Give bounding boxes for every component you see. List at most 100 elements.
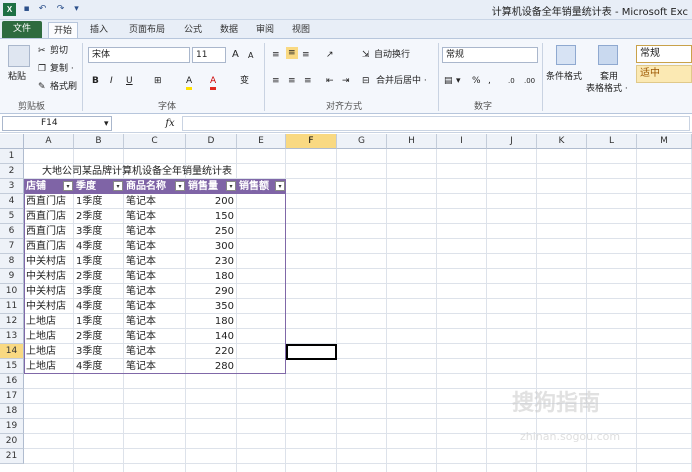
tab-view[interactable]: 视图 — [286, 22, 316, 38]
align-center-icon[interactable]: ≡ — [288, 75, 296, 87]
quick-access-dropdown-icon[interactable]: ▾ — [70, 3, 83, 16]
row-header-7[interactable]: 7 — [0, 239, 24, 254]
table-cell[interactable]: 2季度 — [74, 329, 124, 344]
filter-dropdown-icon[interactable]: ▾ — [226, 181, 236, 191]
table-cell[interactable]: 西直门店 — [24, 224, 74, 239]
decrease-indent-icon[interactable]: ⇤ — [326, 75, 334, 87]
row-header-9[interactable]: 9 — [0, 269, 24, 284]
table-cell[interactable]: 笔记本 — [124, 314, 186, 329]
table-cell[interactable] — [237, 269, 286, 284]
table-cell[interactable]: 180 — [186, 314, 237, 329]
table-cell[interactable] — [237, 314, 286, 329]
wrap-text-icon[interactable]: ⇲ — [362, 49, 370, 61]
filter-dropdown-icon[interactable]: ▾ — [175, 181, 185, 191]
tab-file[interactable]: 文件 — [2, 21, 42, 38]
align-left-icon[interactable]: ≡ — [272, 75, 280, 87]
underline-button[interactable]: U — [126, 75, 133, 87]
format-as-table-icon[interactable] — [598, 45, 618, 65]
row-header-3[interactable]: 3 — [0, 179, 24, 194]
table-cell[interactable]: 笔记本 — [124, 269, 186, 284]
orientation-icon[interactable]: ↗ — [326, 49, 334, 61]
fill-color-button[interactable]: A — [186, 75, 193, 90]
table-cell[interactable] — [237, 299, 286, 314]
tab-home[interactable]: 开始 — [48, 22, 78, 38]
table-cell[interactable]: 220 — [186, 344, 237, 359]
active-cell-f14[interactable] — [286, 344, 337, 360]
row-header-20[interactable]: 20 — [0, 434, 24, 449]
table-cell[interactable] — [237, 284, 286, 299]
row-header-15[interactable]: 15 — [0, 359, 24, 374]
align-right-icon[interactable]: ≡ — [304, 75, 312, 87]
grow-font-icon[interactable]: A — [232, 49, 239, 61]
row-header-8[interactable]: 8 — [0, 254, 24, 269]
table-cell[interactable]: 3季度 — [74, 344, 124, 359]
table-cell[interactable]: 1季度 — [74, 314, 124, 329]
conditional-format-icon[interactable] — [556, 45, 576, 65]
table-header[interactable]: 销售量 ▾ — [186, 179, 237, 194]
table-cell[interactable]: 230 — [186, 254, 237, 269]
increase-indent-icon[interactable]: ⇥ — [342, 75, 350, 87]
table-cell[interactable]: 4季度 — [74, 359, 124, 374]
copy-icon[interactable]: ❐ — [38, 63, 46, 75]
table-cell[interactable] — [237, 344, 286, 359]
table-cell[interactable] — [237, 329, 286, 344]
table-cell[interactable]: 180 — [186, 269, 237, 284]
table-cell[interactable]: 280 — [186, 359, 237, 374]
redo-icon[interactable]: ↷ — [54, 3, 67, 16]
table-cell[interactable]: 笔记本 — [124, 194, 186, 209]
save-icon[interactable]: ▪ — [20, 3, 33, 16]
row-header-18[interactable]: 18 — [0, 404, 24, 419]
table-cell[interactable]: 笔记本 — [124, 239, 186, 254]
table-cell[interactable]: 笔记本 — [124, 209, 186, 224]
table-cell[interactable] — [237, 209, 286, 224]
column-header-c[interactable]: C — [124, 134, 186, 149]
table-cell[interactable]: 4季度 — [74, 299, 124, 314]
table-cell[interactable]: 4季度 — [74, 239, 124, 254]
copy-button[interactable]: 复制 · — [50, 63, 74, 75]
row-header-17[interactable]: 17 — [0, 389, 24, 404]
paste-icon[interactable] — [8, 45, 30, 67]
table-cell[interactable]: 笔记本 — [124, 344, 186, 359]
table-cell[interactable] — [237, 359, 286, 374]
table-cell[interactable] — [237, 224, 286, 239]
row-header-16[interactable]: 16 — [0, 374, 24, 389]
cut-icon[interactable]: ✂ — [38, 45, 46, 57]
insert-function-icon[interactable]: fx — [160, 116, 180, 131]
row-header-21[interactable]: 21 — [0, 449, 24, 464]
increase-decimal-icon[interactable]: .0 — [508, 75, 515, 87]
style-neutral[interactable]: 适中 — [636, 65, 692, 83]
column-header-l[interactable]: L — [587, 134, 637, 149]
table-header[interactable]: 商品名称 ▾ — [124, 179, 186, 194]
table-cell[interactable]: 2季度 — [74, 269, 124, 284]
format-painter-button[interactable]: 格式刷 — [50, 81, 77, 93]
italic-button[interactable]: I — [110, 75, 113, 87]
filter-dropdown-icon[interactable]: ▾ — [113, 181, 123, 191]
column-header-h[interactable]: H — [387, 134, 437, 149]
table-cell[interactable]: 中关村店 — [24, 299, 74, 314]
font-name-select[interactable]: 宋体 — [88, 47, 190, 63]
table-cell[interactable]: 笔记本 — [124, 299, 186, 314]
row-header-11[interactable]: 11 — [0, 299, 24, 314]
decrease-decimal-icon[interactable]: .00 — [524, 75, 535, 87]
table-cell[interactable]: 中关村店 — [24, 284, 74, 299]
name-box[interactable]: F14 — [2, 116, 112, 131]
table-header[interactable]: 店铺 ▾ — [24, 179, 74, 194]
row-header-6[interactable]: 6 — [0, 224, 24, 239]
column-header-g[interactable]: G — [337, 134, 387, 149]
table-cell[interactable]: 笔记本 — [124, 224, 186, 239]
table-header[interactable]: 销售额 ▾ — [237, 179, 286, 194]
column-header-j[interactable]: J — [487, 134, 537, 149]
row-header-14[interactable]: 14 — [0, 344, 24, 359]
row-header-12[interactable]: 12 — [0, 314, 24, 329]
currency-icon[interactable]: ▤ — [444, 75, 453, 87]
tab-page-layout[interactable]: 页面布局 — [122, 22, 172, 38]
table-cell[interactable]: 中关村店 — [24, 254, 74, 269]
table-cell[interactable]: 150 — [186, 209, 237, 224]
bold-button[interactable]: B — [92, 75, 99, 87]
row-header-4[interactable]: 4 — [0, 194, 24, 209]
formula-input[interactable] — [182, 116, 690, 131]
format-as-table-button-2[interactable]: 表格格式 · — [586, 83, 628, 95]
row-header-13[interactable]: 13 — [0, 329, 24, 344]
row-header-2[interactable]: 2 — [0, 164, 24, 179]
align-middle-icon[interactable]: ≡ — [286, 47, 298, 59]
